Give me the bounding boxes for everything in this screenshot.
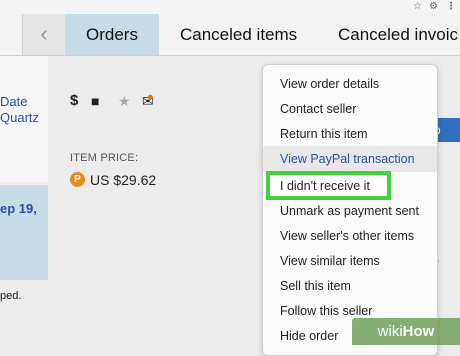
order-actions-menu: View order details Contact seller Return… [262,64,438,356]
browser-toolbar: ☆ ⚙ ⋮ [0,0,460,15]
menu-item-sell-this-item[interactable]: Sell this item [280,278,351,294]
star-icon: ★ [118,93,131,109]
extension-icon[interactable]: ⚙ [429,1,438,13]
order-date: Date Quartz [0,94,48,126]
tab-canceled-invoices[interactable]: Canceled invoic [338,14,458,55]
date-line[interactable]: Date [0,94,48,110]
menu-item-follow-seller[interactable]: Follow this seller [280,303,372,319]
menu-item-hide-order[interactable]: Hide order [280,328,338,344]
tab-orders[interactable]: Orders [65,14,159,55]
menu-item-return-item[interactable]: Return this item [280,126,368,142]
paypal-icon: P [70,172,85,187]
tab-canceled-items[interactable]: Canceled items [180,14,297,55]
price-value: US $29.62 [90,172,157,188]
message-icon[interactable]: ✉ ● [142,91,154,110]
menu-item-view-seller-other-items[interactable]: View seller's other items [280,228,414,244]
watermark-wiki: wiki [377,323,403,340]
truck-icon: ■ [91,93,100,109]
tab-bar: ‹ Orders Canceled items Canceled invoic [0,14,460,56]
menu-item-unmark-payment-sent[interactable]: Unmark as payment sent [280,203,419,219]
shipping-status: ped. [0,290,22,302]
browser-menu-icon[interactable]: ⋮ [446,1,456,13]
dollar-icon: $ [70,92,79,109]
item-price-label: ITEM PRICE: [70,152,139,164]
menu-item-contact-seller[interactable]: Contact seller [280,101,356,117]
menu-item-view-similar-items[interactable]: View similar items [280,253,380,269]
date-line[interactable]: Quartz [0,110,48,126]
menu-item-view-order-details[interactable]: View order details [280,76,379,92]
menu-item-view-paypal-transaction[interactable]: View PayPal transaction [263,146,437,172]
watermark-how: How [402,323,435,340]
menu-item-didnt-receive[interactable]: I didn't receive it [280,178,370,194]
notification-dot: ● [147,91,154,103]
chevron-left-icon[interactable]: ‹ [22,14,66,55]
bookmark-icon[interactable]: ☆ [413,1,422,13]
wikihow-watermark: wikiHow [352,318,460,345]
order-date-highlight[interactable]: ep 19, [0,200,37,218]
